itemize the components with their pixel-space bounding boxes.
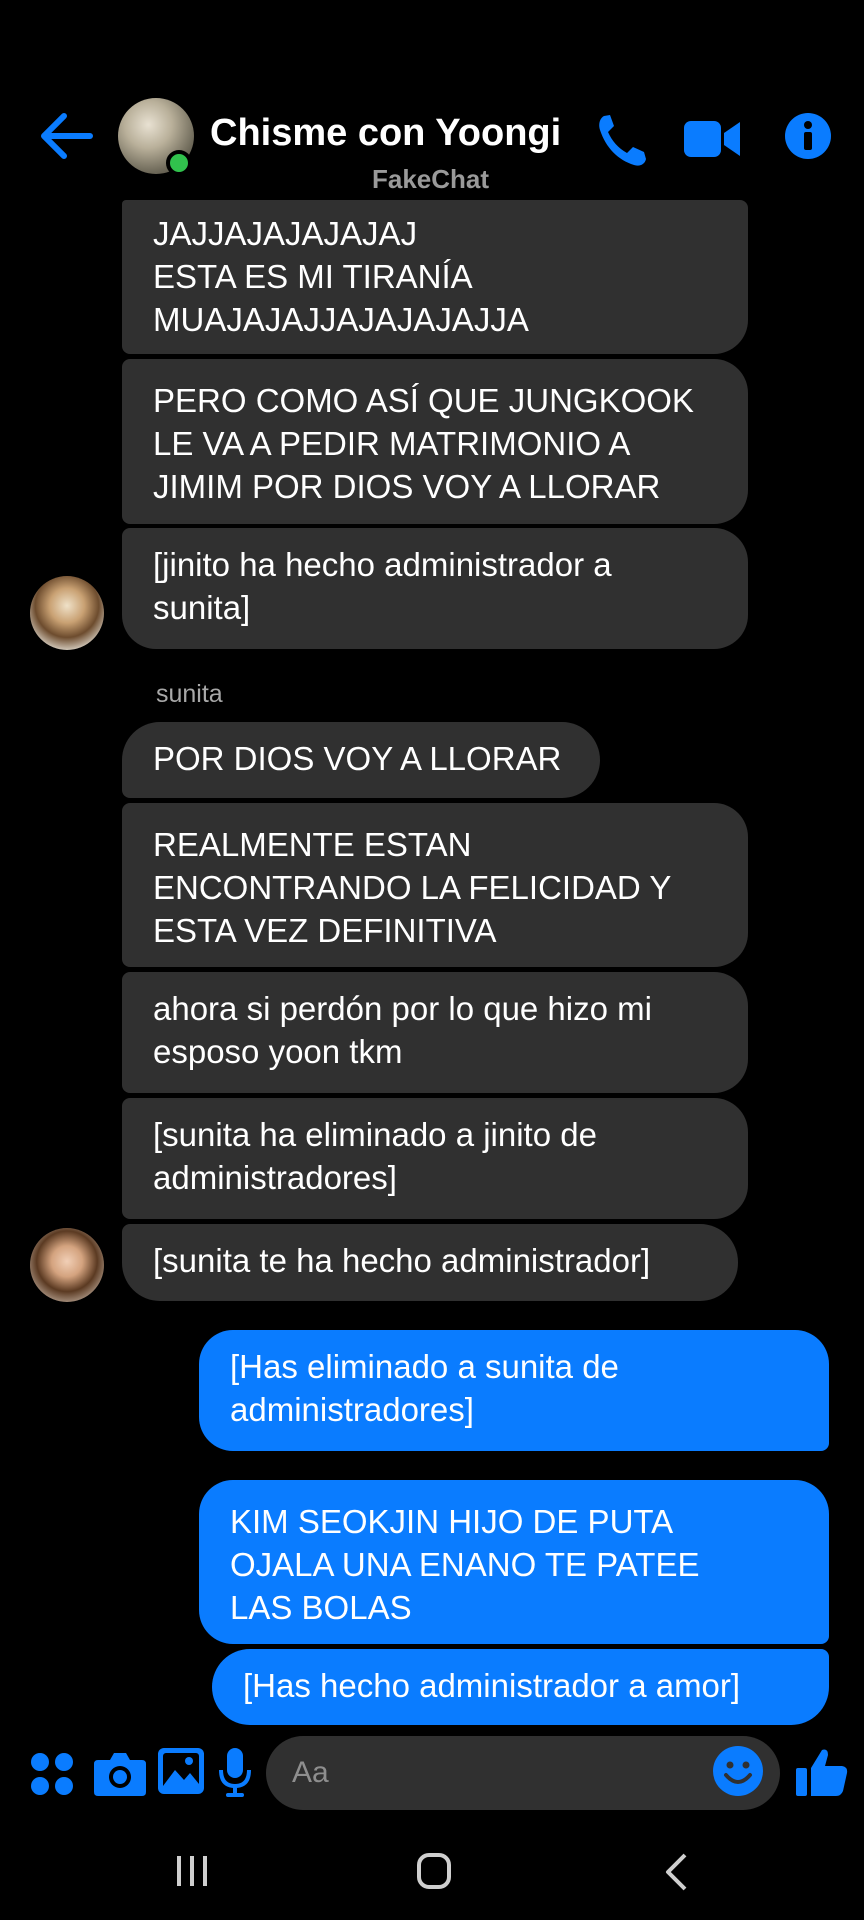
sender-avatar[interactable]	[30, 1228, 104, 1302]
back-arrow-icon[interactable]	[38, 110, 94, 162]
chat-title[interactable]: Chisme con Yoongi	[210, 112, 561, 155]
message-bubble[interactable]: [sunita te ha hecho administrador]	[122, 1224, 738, 1301]
message-input[interactable]: Aa	[266, 1736, 780, 1810]
online-indicator	[166, 150, 192, 176]
sender-avatar[interactable]	[30, 576, 104, 650]
message-bubble[interactable]: PERO COMO ASÍ QUE JUNGKOOK LE VA A PEDIR…	[122, 359, 748, 524]
watermark: FakeChat	[372, 164, 490, 194]
message-bubble[interactable]: POR DIOS VOY A LLORAR	[122, 722, 600, 798]
apps-icon[interactable]	[30, 1752, 74, 1796]
message-bubble[interactable]: [jinito ha hecho administrador a sunita]	[122, 528, 748, 649]
recent-apps-icon[interactable]	[174, 1854, 210, 1888]
thumbs-up-icon[interactable]	[796, 1746, 848, 1798]
info-icon[interactable]	[784, 112, 832, 160]
nav-back-icon[interactable]	[664, 1852, 688, 1892]
message-bubble-sent[interactable]: [Has eliminado a sunita de administrador…	[199, 1330, 829, 1451]
phone-icon[interactable]	[596, 112, 648, 168]
camera-icon[interactable]	[94, 1750, 146, 1796]
microphone-icon[interactable]	[218, 1748, 252, 1798]
message-bubble[interactable]: ahora si perdón por lo que hizo mi espos…	[122, 972, 748, 1093]
message-bubble-sent[interactable]: [Has hecho administrador a amor]	[212, 1649, 829, 1725]
gallery-icon[interactable]	[158, 1748, 204, 1794]
message-bubble[interactable]: [sunita ha eliminado a jinito de adminis…	[122, 1098, 748, 1219]
message-bubble-sent[interactable]: KIM SEOKJIN HIJO DE PUTA OJALA UNA ENANO…	[199, 1480, 829, 1644]
emoji-icon[interactable]	[712, 1745, 764, 1797]
sender-name: sunita	[156, 680, 223, 708]
home-icon[interactable]	[416, 1852, 452, 1890]
message-bubble[interactable]: REALMENTE ESTAN ENCONTRANDO LA FELICIDAD…	[122, 803, 748, 967]
video-camera-icon[interactable]	[684, 116, 740, 162]
message-bubble[interactable]: JAJJAJAJAJAJAJ ESTA ES MI TIRANÍA MUAJAJ…	[122, 200, 748, 354]
